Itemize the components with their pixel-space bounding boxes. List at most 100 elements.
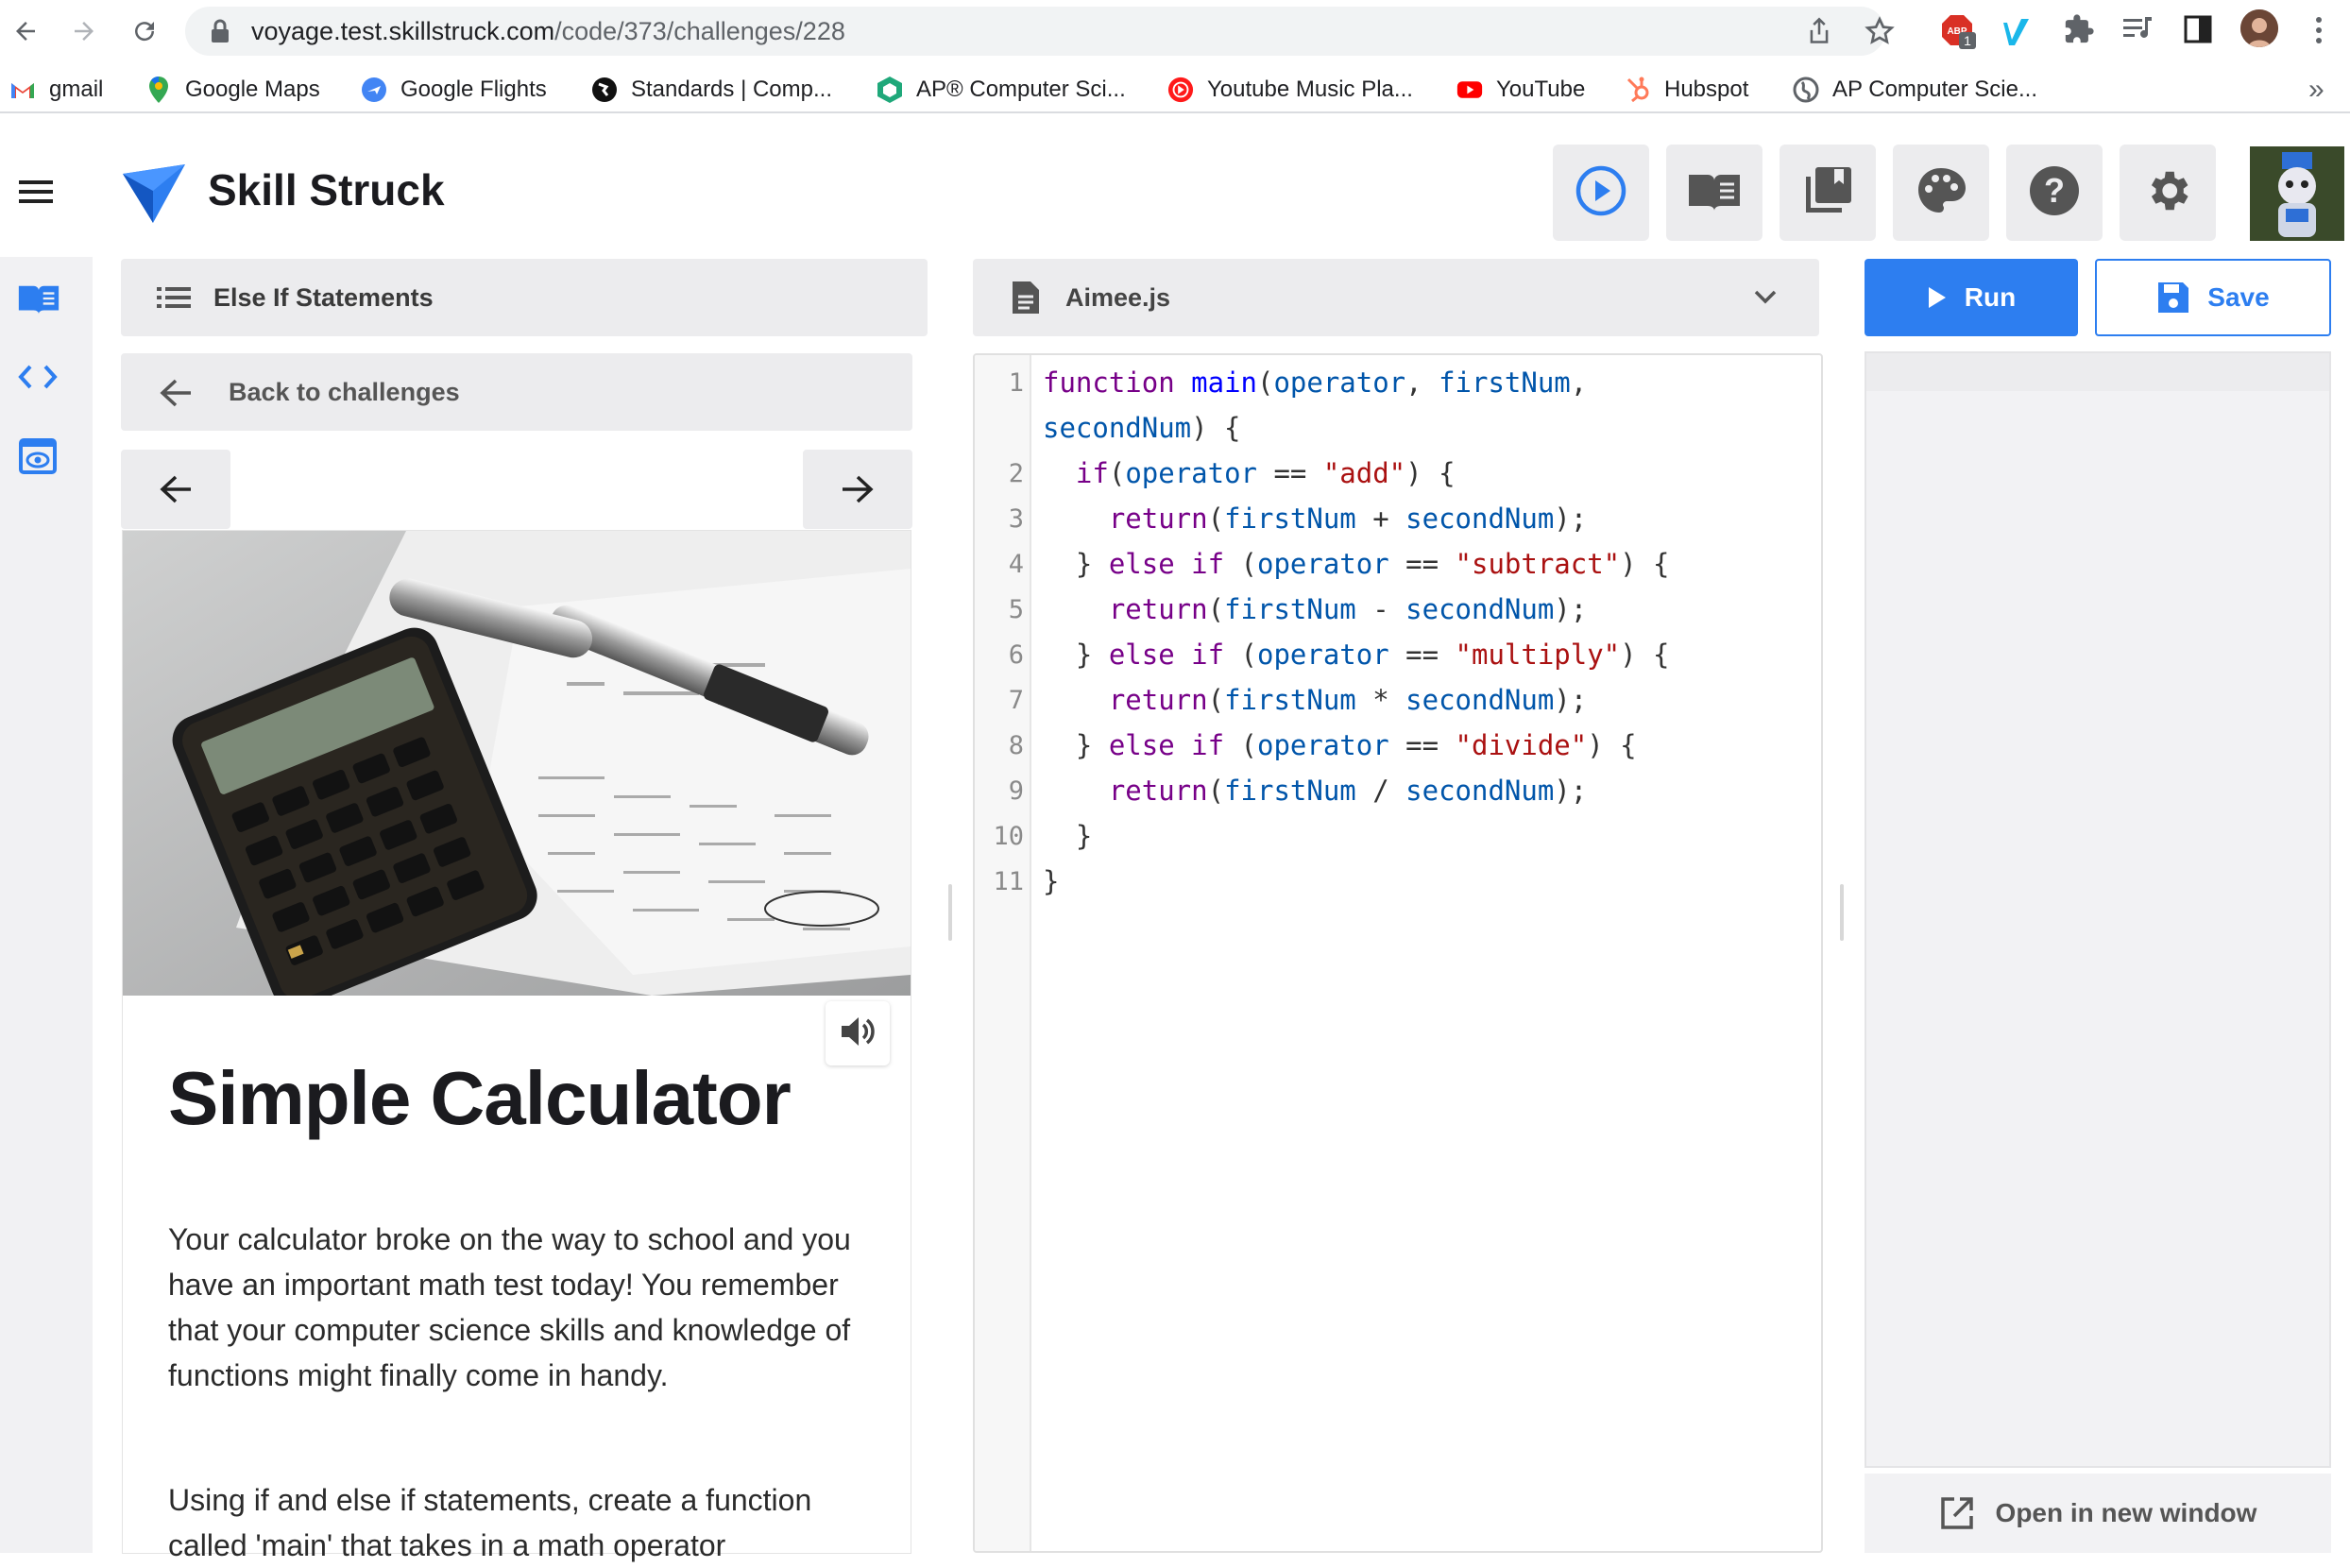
bookmark-ap-computer-science[interactable]: AP Computer Scie... <box>1793 68 2037 111</box>
lesson-card: Simple Calculator Your calculator broke … <box>123 531 911 1562</box>
back-label: Back to challenges <box>229 378 460 406</box>
output-preview-panel[interactable] <box>1865 351 2331 1468</box>
bookmark-label: Standards | Comp... <box>631 77 832 102</box>
settings-button[interactable] <box>2120 145 2216 241</box>
instructions-rail-icon[interactable] <box>17 281 60 320</box>
preview-play-button[interactable] <box>1553 145 1649 241</box>
bookmarks-bar: gmail Google Maps Google Flights Standar… <box>0 68 2350 113</box>
line-number: 9 <box>1008 776 1024 806</box>
save-label: Save <box>2207 282 2270 312</box>
code-line: function main(operator, firstNum, <box>1043 366 1588 399</box>
skill-struck-logo-icon[interactable] <box>121 162 187 230</box>
line-number: 8 <box>1008 731 1024 760</box>
code-line: secondNum) { <box>1043 412 1241 444</box>
plane-icon <box>361 77 387 103</box>
vimeo-icon[interactable] <box>2001 13 2035 50</box>
address-bar[interactable]: voyage.test.skillstruck.com/code/373/cha… <box>185 7 1895 56</box>
more-bookmarks-chevron[interactable]: » <box>2308 68 2324 111</box>
code-line: } else if (operator == "divide") { <box>1043 729 1637 761</box>
back-arrow-icon[interactable] <box>4 9 47 53</box>
next-step-button[interactable] <box>803 450 912 529</box>
line-number: 4 <box>1008 550 1024 579</box>
section-title: Else If Statements <box>213 283 434 312</box>
back-to-challenges-button[interactable]: Back to challenges <box>121 353 912 431</box>
left-rail <box>0 257 93 1553</box>
bookmark-google-maps[interactable]: Google Maps <box>145 68 320 111</box>
adblock-count-badge: 1 <box>1959 32 1976 49</box>
side-panel-icon[interactable] <box>2182 13 2214 50</box>
help-button[interactable]: ? <box>2006 145 2103 241</box>
back-arrow-icon <box>159 378 193 413</box>
arrow-left-icon <box>159 474 193 509</box>
calculator-image <box>123 531 911 996</box>
url-host: voyage.test.skillstruck.com <box>251 17 555 45</box>
filename: Aimee.js <box>1065 283 1171 312</box>
code-editor[interactable]: 1 2 3 4 5 6 7 8 9 10 11 function main(op… <box>973 353 1823 1553</box>
brand-name: Skill Struck <box>208 165 445 214</box>
code-line: } else if (operator == "subtract") { <box>1043 548 1670 580</box>
code-line: } else if (operator == "multiply") { <box>1043 639 1670 671</box>
maps-pin-icon <box>145 77 172 103</box>
chevron-down-icon <box>1753 289 1778 311</box>
external-link-icon <box>1939 1495 1975 1531</box>
code-line: return(firstNum + secondNum); <box>1108 503 1588 535</box>
gmail-icon <box>9 77 36 103</box>
theme-palette-button[interactable] <box>1893 145 1989 241</box>
line-number: 3 <box>1008 504 1024 534</box>
forward-arrow-icon[interactable] <box>62 9 106 53</box>
output-preview-header <box>1866 353 2329 391</box>
bookmark-gmail[interactable]: gmail <box>9 68 103 111</box>
play-circle-icon <box>1575 164 1627 222</box>
run-button[interactable]: Run <box>1865 259 2078 336</box>
profile-avatar[interactable] <box>2240 9 2278 47</box>
hubspot-icon <box>1625 77 1651 103</box>
list-icon <box>157 285 191 315</box>
extensions-puzzle-icon[interactable] <box>2063 13 2095 50</box>
bookmark-label: Hubspot <box>1664 77 1749 102</box>
read-aloud-button[interactable] <box>826 1001 890 1065</box>
bookmark-youtube[interactable]: YouTube <box>1456 68 1585 111</box>
instructions-book-button[interactable] <box>1666 145 1762 241</box>
floppy-disk-icon <box>2156 281 2190 315</box>
bookmark-hubspot[interactable]: Hubspot <box>1625 68 1748 111</box>
hamburger-menu-icon[interactable] <box>17 178 55 211</box>
reload-icon[interactable] <box>123 9 166 53</box>
code-line: if(operator == "add") { <box>1075 457 1456 489</box>
file-selector[interactable]: Aimee.js <box>973 259 1819 336</box>
play-icon <box>1927 285 1948 310</box>
resize-handle[interactable] <box>1840 884 1844 941</box>
kebab-menu-icon[interactable] <box>2314 15 2324 50</box>
svg-text:?: ? <box>2044 171 2065 210</box>
bookmark-youtube-music[interactable]: Youtube Music Pla... <box>1167 68 1413 111</box>
code-line: return(firstNum / secondNum); <box>1108 775 1588 807</box>
star-icon[interactable] <box>1865 16 1895 51</box>
line-number: 11 <box>993 867 1024 896</box>
section-selector[interactable]: Else If Statements <box>121 259 928 336</box>
open-in-new-window-link[interactable]: Open in new window <box>1865 1474 2331 1553</box>
globe-icon <box>1793 77 1819 103</box>
line-number: 10 <box>993 822 1024 851</box>
library-button[interactable] <box>1780 145 1876 241</box>
media-queue-icon[interactable] <box>2121 13 2155 50</box>
avatar[interactable] <box>2250 146 2344 241</box>
youtube-icon <box>1456 77 1483 103</box>
preview-rail-icon[interactable] <box>19 438 57 479</box>
save-button[interactable]: Save <box>2095 259 2331 336</box>
lock-icon <box>210 19 230 48</box>
resize-handle[interactable] <box>948 884 952 941</box>
challenge-paragraph: Your calculator broke on the way to scho… <box>168 1222 851 1392</box>
bookmark-google-flights[interactable]: Google Flights <box>361 68 547 111</box>
code-rail-icon[interactable] <box>17 363 59 396</box>
previous-step-button[interactable] <box>121 450 230 529</box>
bookmark-label: Google Flights <box>400 77 547 102</box>
share-icon[interactable] <box>1806 17 1832 50</box>
code-line: return(firstNum * secondNum); <box>1108 684 1588 716</box>
bookmark-label: YouTube <box>1496 77 1586 102</box>
bookmark-label: AP Computer Scie... <box>1832 77 2037 102</box>
challenge-paragraph: Using if and else if statements, create … <box>168 1483 812 1562</box>
bookmark-ap-computer-sci[interactable]: AP® Computer Sci... <box>877 68 1126 111</box>
bookmark-standards[interactable]: Standards | Comp... <box>591 68 832 111</box>
music-play-icon <box>1167 77 1194 103</box>
adblock-icon[interactable]: ABP 1 <box>1940 13 1976 49</box>
run-label: Run <box>1964 282 2017 312</box>
